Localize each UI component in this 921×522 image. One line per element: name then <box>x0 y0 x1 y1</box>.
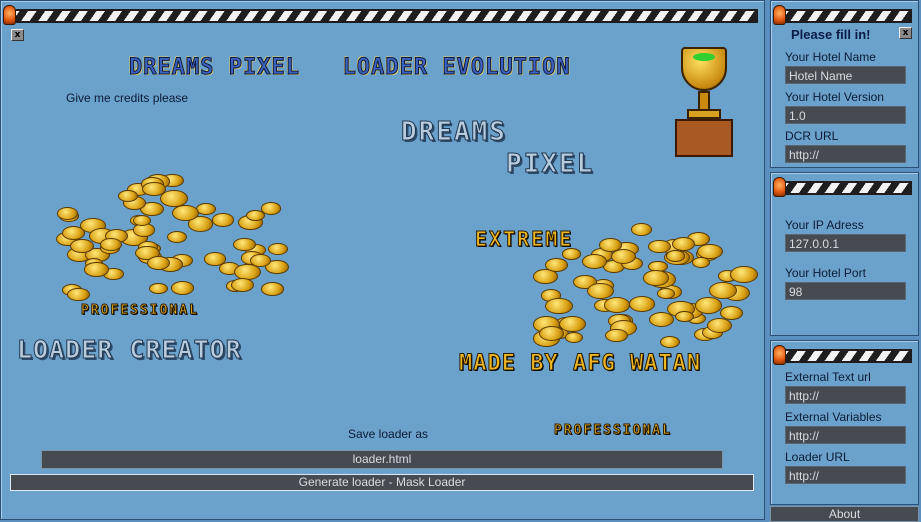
coin-icon <box>659 336 681 349</box>
title-stripe[interactable] <box>779 9 912 23</box>
coin-icon <box>730 265 759 283</box>
coin-icon <box>675 310 694 322</box>
extreme-logo: Extreme <box>474 227 574 252</box>
hotel-name-input[interactable]: Hotel Name <box>785 66 906 84</box>
coin-icon <box>203 251 227 266</box>
dcr-url-input[interactable]: http:// <box>785 145 906 163</box>
hotel-info-panel: Please fill in! x Your Hotel Name Hotel … <box>770 0 919 168</box>
lamp-icon <box>773 345 786 365</box>
coin-icon <box>230 277 255 292</box>
coin-icon <box>605 328 628 343</box>
ip-input[interactable]: 127.0.0.1 <box>785 234 906 252</box>
coin-icon <box>99 237 122 252</box>
connection-panel: Your IP Adress 127.0.0.1 Your Hotel Port… <box>770 172 919 336</box>
close-button[interactable]: x <box>11 29 24 41</box>
coin-icon <box>559 315 587 332</box>
trophy-icon <box>673 47 735 159</box>
coin-icon <box>268 243 288 256</box>
coin-icon <box>132 214 152 226</box>
coin-icon <box>167 230 188 243</box>
logo-dreams: Dreams <box>401 117 507 148</box>
panel-title: Please fill in! <box>791 27 871 42</box>
close-button[interactable]: x <box>899 27 912 39</box>
loader-url-label: Loader URL <box>785 450 850 464</box>
coin-icon <box>67 288 90 302</box>
made-by-logo: Made by AFG Watan <box>458 351 702 377</box>
coin-icon <box>604 297 631 313</box>
ip-label: Your IP Adress <box>785 218 864 232</box>
coin-icon <box>261 282 284 297</box>
coin-icon <box>582 254 608 269</box>
coin-icon <box>172 204 200 221</box>
coin-icon <box>544 297 573 315</box>
title-logo: Dreams Pixel Loader Evolution <box>129 55 571 81</box>
coin-icon <box>694 296 723 314</box>
coin-icon <box>671 237 695 252</box>
title-stripe[interactable] <box>779 349 912 363</box>
coin-icon <box>544 258 568 273</box>
port-label: Your Hotel Port <box>785 266 866 280</box>
coin-icon <box>643 270 669 286</box>
coin-icon <box>211 213 235 227</box>
external-variables-input[interactable]: http:// <box>785 426 906 444</box>
hotel-version-input[interactable]: 1.0 <box>785 106 906 124</box>
coin-icon <box>84 262 109 278</box>
coin-icon <box>249 254 271 268</box>
port-input[interactable]: 98 <box>785 282 906 300</box>
hotel-name-label: Your Hotel Name <box>785 50 876 64</box>
coin-icon <box>245 209 265 222</box>
coin-icon <box>666 250 686 262</box>
title-stripe[interactable] <box>9 9 758 23</box>
loader-creator-logo: Loader Creator <box>17 335 242 365</box>
coin-icon <box>171 280 194 295</box>
hotel-version-label: Your Hotel Version <box>785 90 884 104</box>
credits-text: Give me credits please <box>66 91 189 105</box>
coin-icon <box>707 317 733 333</box>
coin-icon <box>657 287 676 299</box>
generate-button[interactable]: Generate loader - Mask Loader <box>10 474 754 491</box>
external-text-label: External Text url <box>785 370 871 384</box>
external-panel: External Text url http:// External Varia… <box>770 340 919 505</box>
lamp-icon <box>3 5 16 25</box>
loader-url-input[interactable]: http:// <box>785 466 906 484</box>
coin-icon <box>709 281 738 299</box>
about-button[interactable]: About <box>770 506 919 522</box>
coin-icon <box>628 296 656 313</box>
external-variables-label: External Variables <box>785 410 882 424</box>
save-label: Save loader as <box>348 427 429 441</box>
main-window: x Dreams Pixel Loader Evolution Give me … <box>0 0 765 520</box>
coin-icon <box>697 243 723 260</box>
lamp-icon <box>773 5 786 25</box>
coin-icon <box>538 326 564 342</box>
coin-icon <box>57 206 79 220</box>
coins-left-image <box>51 161 291 302</box>
lamp-icon <box>773 177 786 197</box>
coin-icon <box>149 282 169 295</box>
title-stripe[interactable] <box>779 181 912 195</box>
professional-bottom: Professional <box>554 423 672 439</box>
dcr-url-label: DCR URL <box>785 129 839 143</box>
coin-icon <box>564 331 584 343</box>
professional-small: Professional <box>81 303 199 319</box>
logo-pixel: Pixel <box>505 149 595 180</box>
save-input[interactable]: loader.html <box>41 450 723 469</box>
coins-right-image <box>531 201 761 351</box>
external-text-input[interactable]: http:// <box>785 386 906 404</box>
coin-icon <box>631 223 653 236</box>
